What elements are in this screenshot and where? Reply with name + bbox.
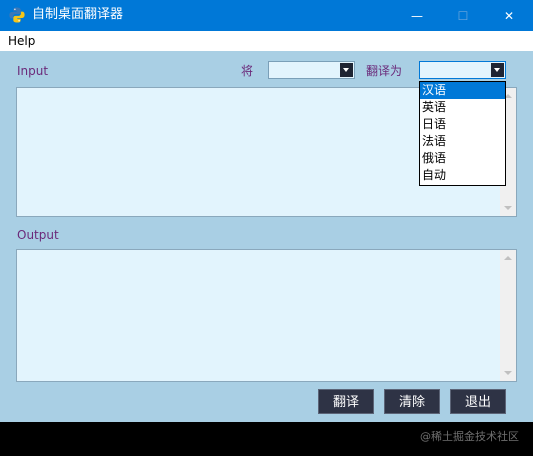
window-title: 自制桌面翻译器 [32, 7, 124, 22]
dropdown-option-auto[interactable]: 自动 [420, 167, 505, 184]
dropdown-option-chinese[interactable]: 汉语 [420, 82, 505, 99]
dropdown-option-japanese[interactable]: 日语 [420, 116, 505, 133]
watermark: @稀土掘金技术社区 [420, 430, 519, 443]
menu-item-help[interactable]: Help [8, 34, 35, 48]
title-bar[interactable]: 自制桌面翻译器 — ☐ ✕ [0, 0, 533, 31]
dropdown-option-french[interactable]: 法语 [420, 133, 505, 150]
menu-bar: Help [0, 31, 533, 51]
dropdown-option-english[interactable]: 英语 [420, 99, 505, 116]
exit-button[interactable]: 退出 [450, 389, 506, 414]
input-label: Input [17, 64, 49, 78]
close-button[interactable]: ✕ [486, 0, 532, 31]
to-language-label: 翻译为 [366, 64, 403, 78]
from-language-label: 将 [241, 64, 254, 78]
output-scrollbar[interactable] [500, 250, 516, 381]
dropdown-option-russian[interactable]: 俄语 [420, 150, 505, 167]
output-label: Output [17, 228, 59, 242]
target-language-dropdown: 汉语 英语 日语 法语 俄语 自动 [419, 81, 506, 186]
target-language-select[interactable] [419, 61, 506, 79]
maximize-button[interactable]: ☐ [440, 0, 486, 31]
translate-button[interactable]: 翻译 [318, 389, 374, 414]
minimize-icon: — [411, 8, 423, 23]
chevron-down-icon[interactable] [491, 63, 504, 77]
chevron-down-icon[interactable] [340, 63, 353, 77]
scroll-down-icon[interactable] [500, 200, 516, 216]
clear-button[interactable]: 清除 [384, 389, 440, 414]
python-icon [9, 7, 25, 23]
app-window: 自制桌面翻译器 — ☐ ✕ Help Input 将 翻译为 Output 翻译… [0, 0, 533, 422]
source-language-select[interactable] [268, 61, 355, 79]
scroll-up-icon[interactable] [500, 250, 516, 266]
maximize-icon: ☐ [457, 8, 469, 23]
close-icon: ✕ [503, 8, 515, 23]
scroll-down-icon[interactable] [500, 365, 516, 381]
output-textarea[interactable] [16, 249, 517, 382]
minimize-button[interactable]: — [394, 0, 440, 31]
